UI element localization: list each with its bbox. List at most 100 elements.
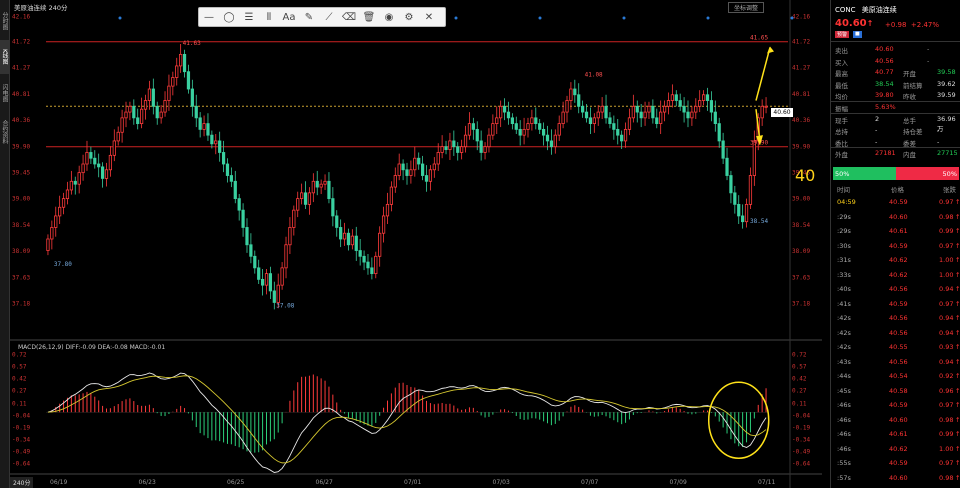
- info-badge[interactable]: ■: [853, 31, 862, 38]
- candle-body: [171, 77, 175, 87]
- candle-body: [389, 186, 393, 205]
- trade-row[interactable]: :31s 40.62 1.00 ↑: [835, 254, 960, 267]
- candle-body: [686, 111, 690, 119]
- candle-body: [409, 169, 413, 176]
- circle-tool-icon[interactable]: ◯: [219, 8, 239, 26]
- candle-body: [210, 134, 214, 145]
- candle-body: [522, 128, 526, 136]
- trade-row[interactable]: :45s 40.58 0.96 ↑: [835, 385, 960, 398]
- macd-tick-right: -0.64: [792, 461, 810, 468]
- quote-panel: CONC 美原油连续 40.60↑ +0.98 +2.47% 预警 ■ 卖出 40…: [830, 0, 960, 488]
- trade-row[interactable]: :46s 40.62 1.00 ↑: [835, 443, 960, 456]
- sentiment-sell: 50%: [896, 167, 959, 180]
- price-tick-right: 41.27: [792, 65, 810, 72]
- trade-row[interactable]: :29s 40.60 0.98 ↑: [835, 211, 960, 224]
- candle-body: [495, 117, 499, 125]
- trade-row[interactable]: :44s 40.54 0.92 ↑: [835, 370, 960, 383]
- symbol-name: 美原油连续: [861, 6, 897, 14]
- symbol-code: CONC: [835, 6, 856, 14]
- candle-body: [487, 134, 491, 148]
- trade-row[interactable]: :57s 40.60 0.98 ↑: [835, 472, 960, 485]
- blue-marker-dot: [622, 16, 626, 20]
- trade-row[interactable]: :46s 40.60 0.98 ↑: [835, 414, 960, 427]
- candle-body: [366, 261, 370, 269]
- chart-area[interactable]: 42.16 42.16 41.72 41.72 41.27 41.27 40.81 40.81…: [10, 0, 822, 488]
- candle-body: [557, 123, 561, 136]
- candle-body: [307, 192, 312, 205]
- candle-body: [179, 53, 183, 67]
- candle-body: [120, 117, 124, 133]
- trade-row[interactable]: :46s 40.61 0.99 ↑: [835, 428, 960, 441]
- eraser-tool-icon[interactable]: ⌫: [339, 8, 359, 26]
- candle-body: [108, 154, 113, 171]
- candle-body: [225, 163, 230, 176]
- candle-body: [268, 273, 273, 292]
- close-icon[interactable]: ✕: [419, 8, 439, 26]
- trade-row[interactable]: :42s 40.55 0.93 ↑: [835, 341, 960, 354]
- price-tick-right: 37.18: [792, 301, 810, 308]
- macd-tick-right: -0.49: [792, 449, 810, 456]
- candle-body: [428, 169, 433, 182]
- trade-row[interactable]: :30s 40.59 0.97 ↑: [835, 240, 960, 253]
- candle-body: [272, 290, 276, 303]
- up-arrow-icon: ↑: [955, 270, 960, 279]
- text-tool-icon[interactable]: Aa: [279, 8, 299, 26]
- line-tool-icon[interactable]: —: [199, 8, 219, 26]
- candle-body: [510, 117, 514, 125]
- candle-body: [581, 105, 585, 113]
- price-tick-left: 41.27: [12, 65, 30, 72]
- candle-body: [483, 146, 487, 153]
- trade-row[interactable]: :29s 40.61 0.99 ↑: [835, 225, 960, 238]
- grid-tool-icon[interactable]: ☰: [239, 8, 259, 26]
- trade-row[interactable]: :42s 40.56 0.94 ↑: [835, 327, 960, 340]
- candle-body: [631, 105, 635, 119]
- trade-row[interactable]: :55s 40.59 0.97 ↑: [835, 457, 960, 470]
- macd-tick-right: 0.72: [792, 351, 807, 358]
- up-arrow-icon: ↑: [955, 430, 960, 438]
- eye-icon[interactable]: ◉: [379, 8, 399, 26]
- trade-row[interactable]: :40s 40.56 0.94 ↑: [835, 283, 960, 296]
- tab-kline[interactable]: K线图: [0, 40, 9, 74]
- candle-body: [50, 227, 54, 240]
- candle-body: [206, 123, 210, 136]
- price-annotation: 41.08: [585, 72, 603, 79]
- candlestick-chart[interactable]: 42.16 42.16 41.72 41.72 41.27 41.27 40.81 40.81…: [10, 0, 822, 488]
- candle-body: [69, 180, 73, 191]
- candle-body: [393, 175, 397, 188]
- candle-body: [608, 117, 612, 125]
- quote-row: 现手 2 总手 36.96万: [835, 114, 956, 133]
- alert-badge[interactable]: 预警: [835, 31, 850, 38]
- fib-tool-icon[interactable]: ⦀: [259, 8, 279, 26]
- gear-icon[interactable]: ⚙: [399, 8, 419, 26]
- trade-row[interactable]: :33s 40.62 1.00 ↑: [835, 269, 960, 282]
- candle-body: [93, 157, 97, 165]
- candle-body: [147, 88, 152, 101]
- pen-tool-icon[interactable]: ✎: [299, 8, 319, 26]
- trade-row[interactable]: :41s 40.59 0.97 ↑: [835, 298, 960, 311]
- candle-body: [584, 111, 589, 119]
- trade-row[interactable]: :42s 40.56 0.94 ↑: [835, 312, 960, 325]
- tab-intraday[interactable]: 分时图: [0, 4, 9, 38]
- candle-body: [565, 100, 569, 113]
- axis-adjust-button[interactable]: 坐标调整: [728, 2, 764, 13]
- candle-body: [97, 163, 101, 168]
- trade-row[interactable]: :43s 40.56 0.94 ↑: [835, 356, 960, 369]
- period-selector[interactable]: 240分: [10, 477, 34, 488]
- candle-body: [151, 88, 155, 107]
- candle-body: [471, 123, 475, 130]
- trash-icon[interactable]: 🗑: [359, 8, 379, 26]
- trade-row[interactable]: :46s 40.59 0.97 ↑: [835, 399, 960, 412]
- tab-flash[interactable]: 闪电图: [0, 76, 9, 110]
- price-annotation: 38.54: [750, 218, 768, 225]
- candle-body: [77, 172, 81, 185]
- macd-tick-left: -0.19: [12, 424, 30, 431]
- ruler-tool-icon[interactable]: ⟋: [319, 8, 339, 26]
- macd-tick-right: -0.19: [792, 424, 810, 431]
- tab-contract-info[interactable]: 合约资料: [0, 112, 9, 152]
- trades-header: 时间 价格 张跌: [837, 186, 956, 194]
- quote-row: 振幅 5.63%: [835, 103, 896, 113]
- candle-body: [346, 232, 351, 246]
- price-tick-left: 41.72: [12, 39, 30, 46]
- x-tick-label: 07/07: [581, 479, 598, 486]
- trade-row[interactable]: 04:59 40.59 0.97 ↑: [835, 196, 960, 209]
